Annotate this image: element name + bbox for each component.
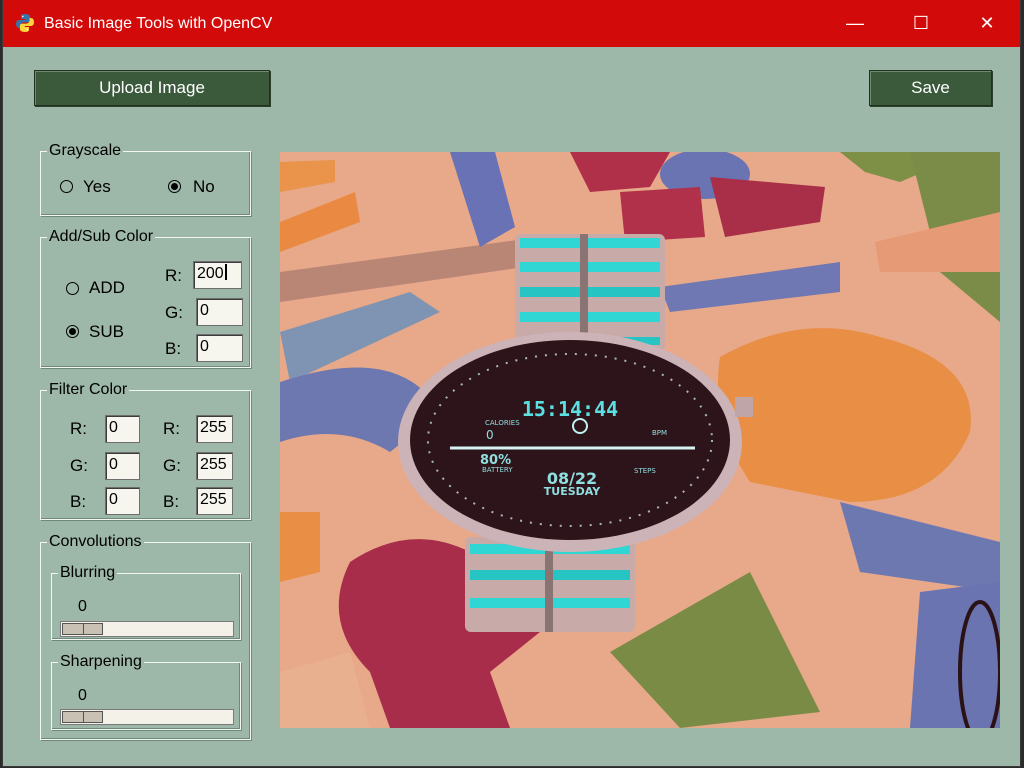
watch-bpm-label: BPM xyxy=(652,429,667,437)
filter-high-b-input[interactable]: 255 xyxy=(196,487,233,515)
add-sub-r-label: R: xyxy=(165,266,182,285)
sharpening-title: Sharpening xyxy=(58,653,144,671)
blurring-slider-thumb[interactable] xyxy=(62,623,103,635)
image-preview: 15:14:44 CALORIES 0 BPM 80% BATTERY STEP… xyxy=(280,152,1000,728)
filter-high-g-input[interactable]: 255 xyxy=(196,452,233,480)
app-window: Basic Image Tools with OpenCV — ☐ ✕ Uplo… xyxy=(3,0,1020,766)
add-sub-color-title: Add/Sub Color xyxy=(47,228,156,246)
filter-low-g-label: G: xyxy=(70,456,88,475)
save-button[interactable]: Save xyxy=(869,70,992,106)
python-app-icon xyxy=(16,14,34,32)
filter-low-r-label: R: xyxy=(70,419,87,438)
add-sub-g-label: G: xyxy=(165,303,183,322)
watch-battery-label: BATTERY xyxy=(482,466,513,474)
processed-photo-smartwatch: 15:14:44 CALORIES 0 BPM 80% BATTERY STEP… xyxy=(280,152,1000,728)
minimize-icon: — xyxy=(846,13,864,33)
sharpening-slider[interactable] xyxy=(60,709,234,725)
add-label[interactable]: ADD xyxy=(89,278,125,298)
title-bar[interactable]: Basic Image Tools with OpenCV — ☐ ✕ xyxy=(3,0,1020,47)
watch-steps-label: STEPS xyxy=(634,467,656,475)
filter-high-g-label: G: xyxy=(163,456,181,475)
blurring-slider[interactable] xyxy=(60,621,234,637)
filter-low-g-input[interactable]: 0 xyxy=(105,452,140,480)
watch-calories-text: 0 xyxy=(486,428,494,442)
grayscale-no-radio[interactable] xyxy=(168,180,181,193)
convolutions-group: Convolutions Blurring 0 Sharpening 0 xyxy=(40,533,251,740)
add-sub-r-input[interactable]: 200 xyxy=(193,261,242,289)
sharpening-value: 0 xyxy=(78,687,87,704)
upload-image-button[interactable]: Upload Image xyxy=(34,70,270,106)
watch-day-text: TUESDAY xyxy=(544,485,601,498)
filter-low-b-input[interactable]: 0 xyxy=(105,487,140,515)
maximize-button[interactable]: ☐ xyxy=(888,0,954,47)
sharpening-slider-thumb[interactable] xyxy=(62,711,103,723)
watch-time-text: 15:14:44 xyxy=(522,397,618,421)
grayscale-group: Grayscale Yes No xyxy=(40,142,251,216)
maximize-icon: ☐ xyxy=(912,13,930,33)
sub-label[interactable]: SUB xyxy=(89,322,124,342)
filter-low-r-input[interactable]: 0 xyxy=(105,415,140,443)
grayscale-yes-label[interactable]: Yes xyxy=(83,177,111,197)
add-sub-g-input[interactable]: 0 xyxy=(196,298,243,326)
blurring-group: Blurring 0 xyxy=(51,564,241,640)
filter-high-b-label: B: xyxy=(163,492,180,511)
add-sub-b-label: B: xyxy=(165,339,182,358)
grayscale-yes-radio[interactable] xyxy=(60,180,73,193)
close-button[interactable]: ✕ xyxy=(954,0,1020,47)
blurring-title: Blurring xyxy=(58,564,118,582)
filter-color-group: Filter Color R: G: B: 0 0 0 R: G: B: 255… xyxy=(40,381,251,520)
add-sub-color-group: Add/Sub Color ADD SUB R: G: B: 200 0 0 xyxy=(40,228,251,368)
text-cursor xyxy=(224,264,227,280)
watch-calories-label: CALORIES xyxy=(485,419,520,427)
add-radio[interactable] xyxy=(66,282,79,295)
grayscale-no-label[interactable]: No xyxy=(193,177,215,197)
minimize-button[interactable]: — xyxy=(822,0,888,47)
filter-high-r-input[interactable]: 255 xyxy=(196,415,233,443)
grayscale-title: Grayscale xyxy=(47,142,124,160)
convolutions-title: Convolutions xyxy=(47,533,144,551)
close-icon: ✕ xyxy=(979,13,995,33)
sharpening-group: Sharpening 0 xyxy=(51,653,241,730)
add-sub-b-input[interactable]: 0 xyxy=(196,334,243,362)
blurring-value: 0 xyxy=(78,598,87,615)
window-title: Basic Image Tools with OpenCV xyxy=(44,15,273,32)
filter-color-title: Filter Color xyxy=(47,381,130,399)
add-sub-r-value: 200 xyxy=(197,265,224,282)
filter-low-b-label: B: xyxy=(70,492,87,511)
sub-radio[interactable] xyxy=(66,325,79,338)
filter-high-r-label: R: xyxy=(163,419,180,438)
